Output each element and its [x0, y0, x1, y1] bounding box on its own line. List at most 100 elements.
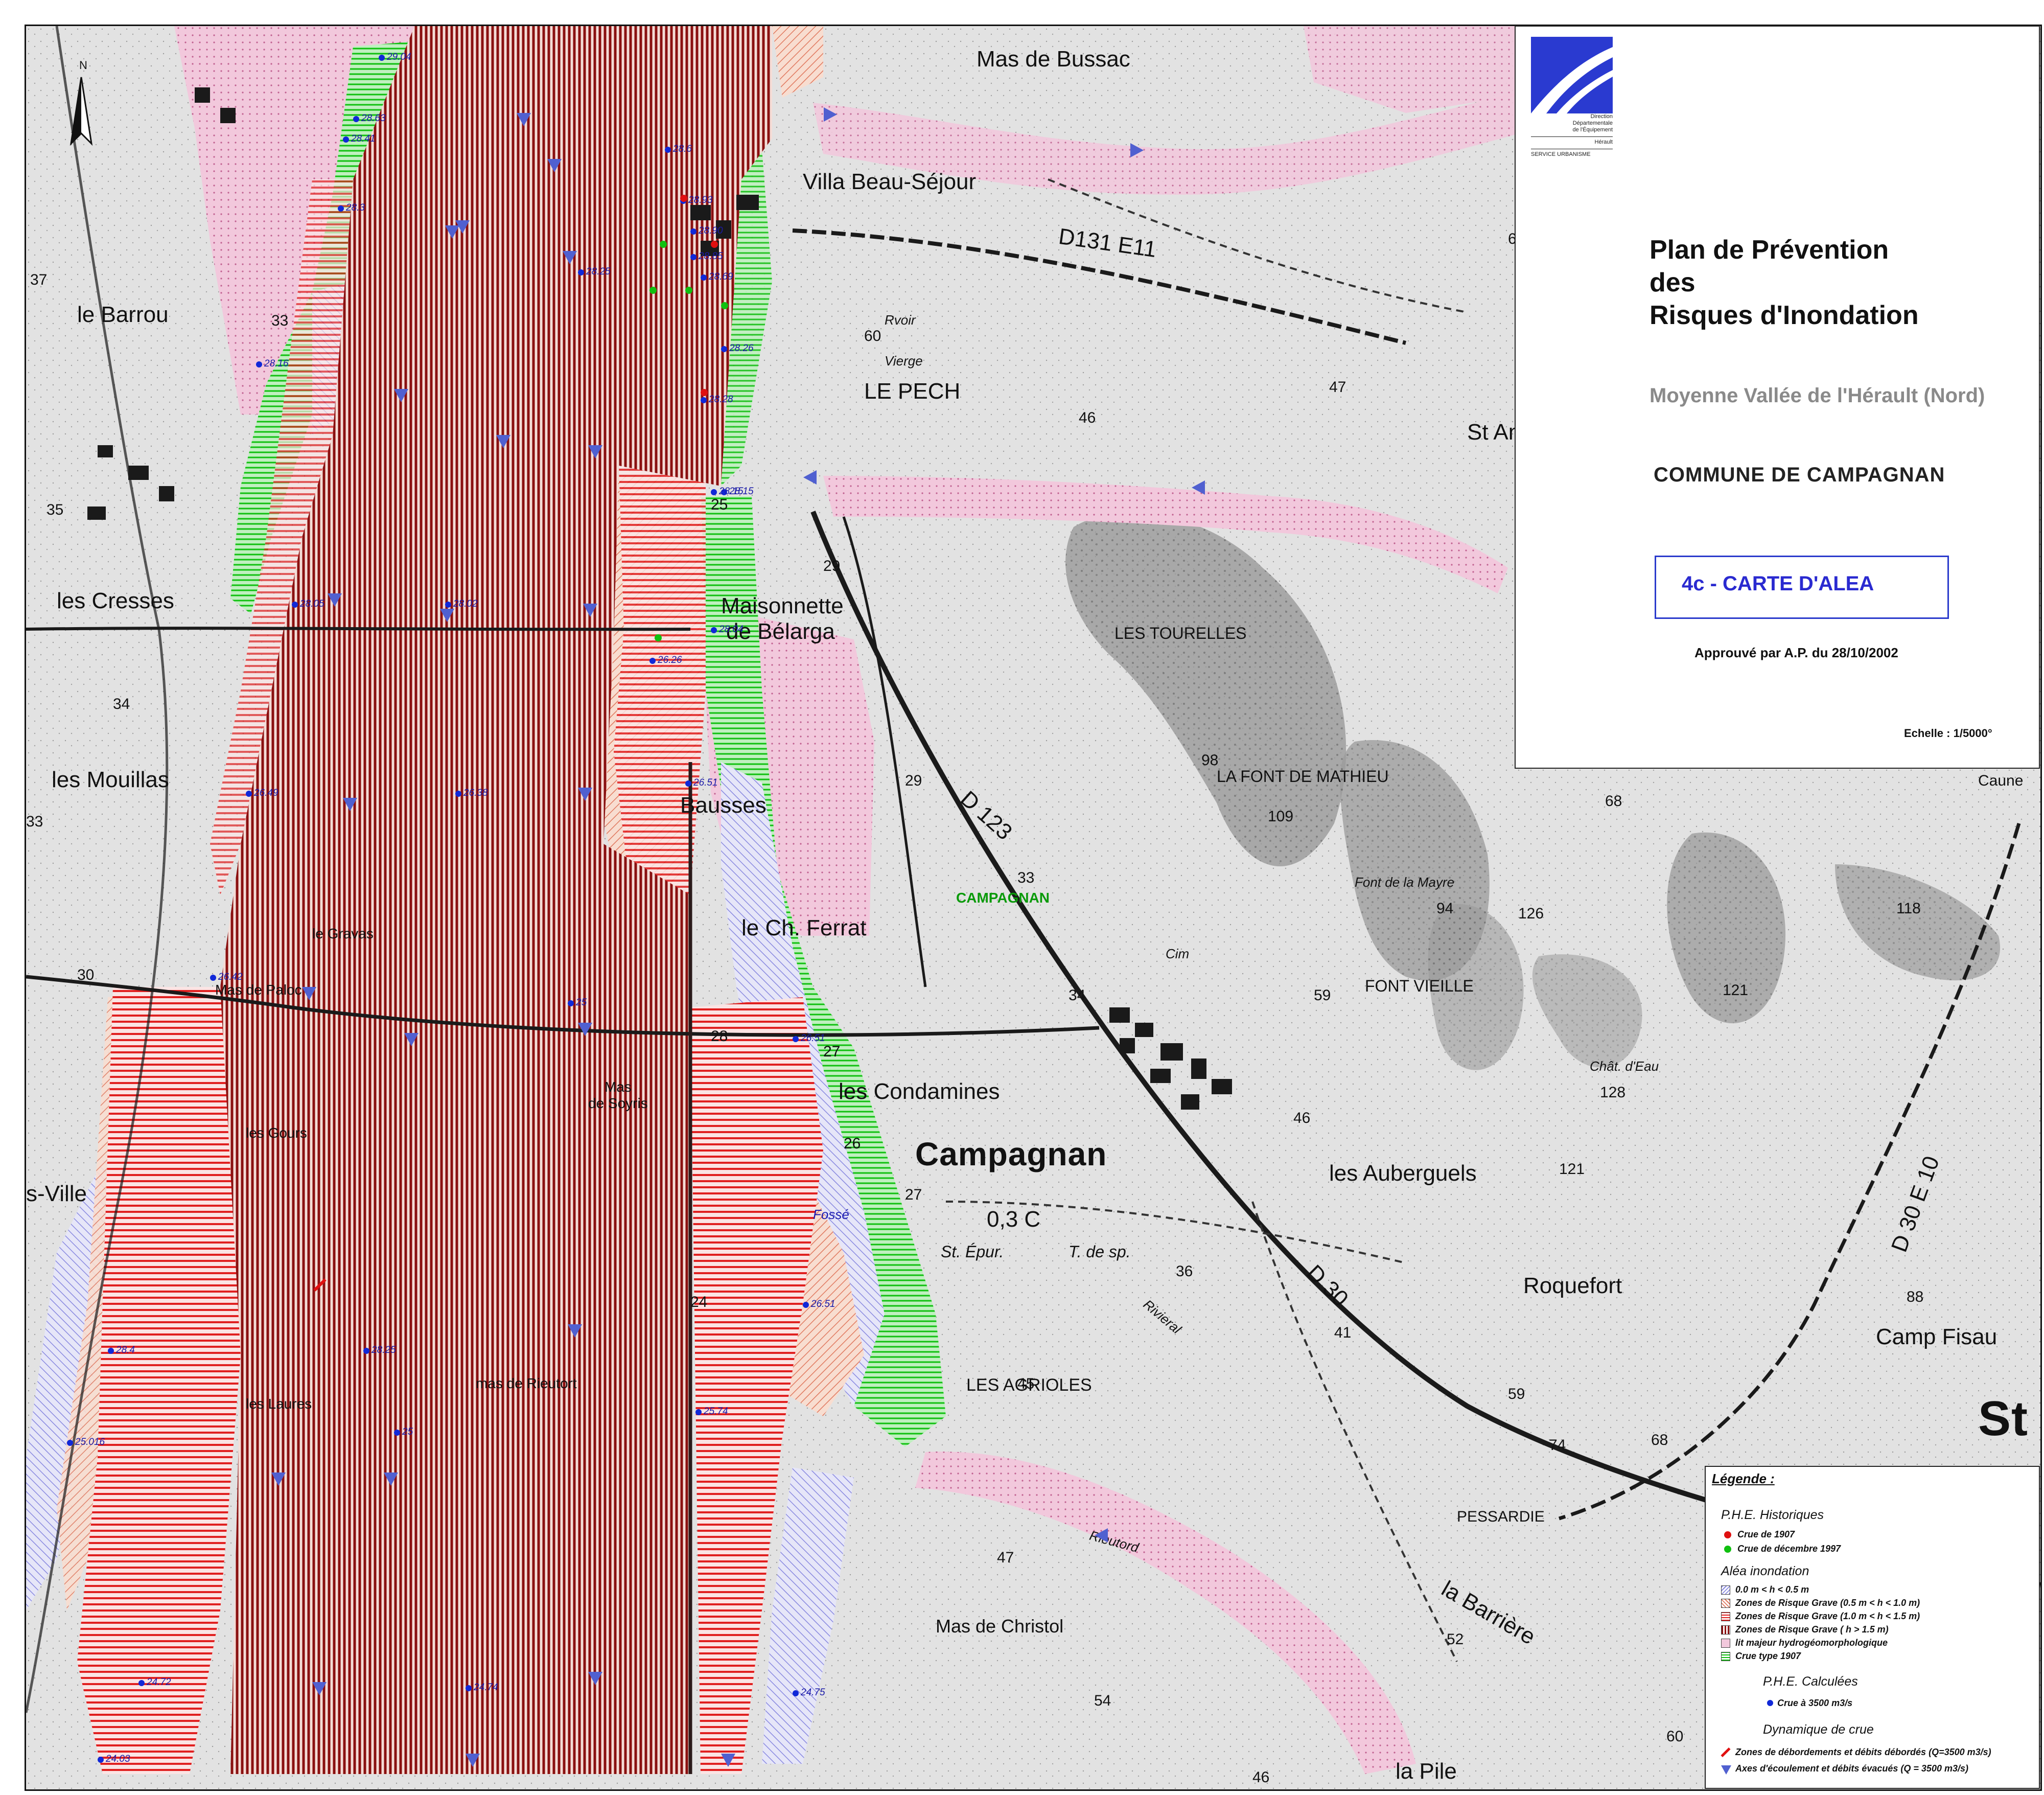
flow-arrow-icon	[803, 470, 817, 485]
spot-height: 34	[1069, 987, 1086, 1004]
place-les-laures: les Laures	[246, 1396, 312, 1412]
place-camp-fisau: Camp Fisau	[1876, 1324, 1997, 1349]
phe-1997-marker	[655, 634, 662, 641]
spot-height: 47	[997, 1549, 1014, 1566]
flow-arrow-icon	[302, 987, 316, 1000]
phe-label: 26.51	[693, 777, 718, 788]
phe-calculated-marker	[394, 1430, 400, 1436]
legend-item: Zones de Risque Grave (0.5 m < h < 1.0 m…	[1735, 1598, 1920, 1608]
flow-arrow-icon	[517, 113, 531, 126]
logo-line: de l'Équipement	[1572, 127, 1613, 133]
spot-height: 33	[271, 312, 289, 329]
phe-1907-marker	[680, 195, 687, 202]
title-line: des	[1650, 268, 1695, 297]
phe-1907-marker	[711, 241, 718, 248]
phe-label: 26.51	[801, 1033, 825, 1044]
phe-calculated-marker	[803, 1302, 809, 1308]
phe-calculated-marker	[466, 1685, 472, 1691]
place-le-gravas: le Gravas	[312, 926, 374, 941]
flow-arrow-icon	[466, 1754, 480, 1767]
flow-arrow-icon	[588, 1672, 602, 1685]
flow-arrow-icon	[547, 159, 562, 172]
phe-calculated-marker	[568, 1000, 574, 1006]
phe-calculated-marker	[353, 116, 359, 122]
phe-label: 28.15	[719, 486, 744, 497]
phe-calculated-marker	[711, 627, 717, 633]
phe-calculated-marker	[343, 136, 349, 143]
place-maisonnette: Maisonnette	[721, 593, 844, 618]
phe-calculated-marker	[108, 1348, 114, 1354]
spot-height: 74	[1549, 1437, 1566, 1454]
phe-label: 29.04	[387, 52, 411, 62]
spot-height: 29	[905, 772, 922, 789]
legend-swatch	[1721, 1639, 1730, 1648]
phe-label: 24.74	[474, 1682, 498, 1693]
legend-swatch	[1721, 1585, 1730, 1595]
spot-height: 27	[823, 1043, 841, 1060]
spot-height: 121	[1723, 982, 1749, 999]
spot-height: 126	[1518, 905, 1544, 922]
phe-label: 28.05	[300, 599, 324, 609]
phe-calculated-marker	[690, 254, 696, 260]
place-t-de-sp: T. de sp.	[1069, 1242, 1131, 1261]
spot-height: 59	[1314, 987, 1331, 1004]
phe-label: 28.4	[116, 1345, 135, 1355]
flow-arrow-icon	[578, 1023, 592, 1036]
spot-height: 59	[1508, 1386, 1525, 1402]
phe-calculated-marker	[246, 791, 252, 797]
legend-swatch	[1721, 1599, 1730, 1608]
spot-height: 24	[690, 1294, 708, 1310]
logo-line: Départementale	[1572, 120, 1613, 126]
place-mas-de-bussac: Mas de Bussac	[977, 47, 1130, 72]
legend-swatch-red-dot	[1724, 1531, 1731, 1538]
phe-calculated-marker	[665, 147, 671, 153]
flow-arrow-icon	[496, 435, 510, 448]
spot-height: 128	[1600, 1084, 1626, 1101]
phe-label: 28.04	[719, 624, 744, 635]
place-campagnan-green: CAMPAGNAN	[956, 890, 1050, 906]
flow-arrow-icon	[824, 107, 837, 122]
title-line: Plan de Prévention	[1650, 235, 1889, 265]
phe-label: 28.90	[699, 225, 723, 236]
dde-logo-icon	[1531, 37, 1613, 113]
spot-height: 68	[1605, 793, 1622, 810]
place-villa-beau-sejour: Villa Beau-Séjour	[803, 169, 977, 194]
place-le-ch-ferrat: le Ch. Ferrat	[741, 915, 867, 940]
flow-arrow-icon	[1130, 143, 1144, 157]
title-line: Risques d'Inondation	[1650, 301, 1919, 330]
legend-swatch	[1721, 1625, 1730, 1635]
place-fosse: Fossé	[813, 1207, 849, 1222]
spot-height: 45	[1017, 1375, 1035, 1392]
phe-label: 28.02	[453, 599, 478, 609]
north-arrow-icon: N	[69, 59, 93, 146]
place-s-ville: s-Ville	[26, 1181, 87, 1206]
phe-label: 28.69	[709, 271, 733, 282]
flow-arrow-icon	[404, 1033, 419, 1046]
flow-arrow-icon	[1192, 480, 1205, 495]
phe-calculated-marker	[292, 602, 298, 608]
phe-label: 28.26	[729, 343, 754, 354]
commune-name: COMMUNE DE CAMPAGNAN	[1654, 464, 1945, 486]
phe-calculated-marker	[256, 361, 262, 367]
legend-item: Crue de 1907	[1737, 1529, 1795, 1539]
phe-1997-marker	[685, 287, 692, 294]
phe-label: 25	[402, 1426, 413, 1437]
phe-label: 28.6	[673, 144, 692, 154]
phe-label: 25.016	[75, 1437, 105, 1447]
place-pessardie: PESSARDIE	[1457, 1508, 1545, 1525]
spot-height: 27	[905, 1186, 922, 1203]
flow-arrow-icon	[588, 445, 602, 458]
spot-height: 37	[30, 271, 48, 288]
phe-calculated-marker	[701, 274, 707, 281]
phe-label: 26.51	[811, 1299, 835, 1309]
spot-height: 26	[844, 1135, 861, 1152]
phe-label: 26.38	[463, 788, 488, 798]
phe-calculated-marker	[578, 269, 584, 275]
flow-arrow-icon	[455, 220, 470, 234]
label-03c: 0,3 C	[987, 1207, 1041, 1232]
spot-height: 46	[1293, 1110, 1311, 1126]
spot-height: 118	[1896, 900, 1921, 917]
phe-label: 26.26	[658, 655, 682, 665]
place-la-pile: la Pile	[1396, 1759, 1457, 1784]
place-mas-de-rieutort: mas de Rieutort	[476, 1375, 577, 1391]
